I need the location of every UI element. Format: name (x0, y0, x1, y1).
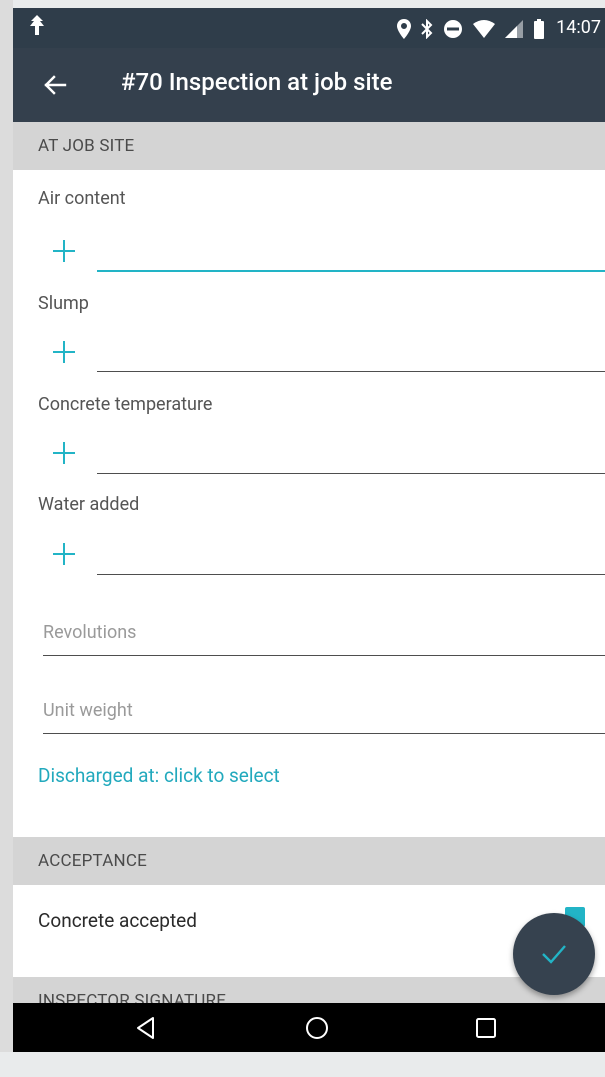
status-bar: 14:07 (13, 8, 605, 48)
save-fab-button[interactable] (513, 913, 595, 995)
water-added-label: Water added (38, 494, 140, 515)
air-content-plus-icon[interactable] (53, 240, 75, 262)
section-header-at-job-site: AT JOB SITE (13, 122, 605, 170)
input-underline (43, 655, 605, 656)
input-underline (97, 473, 605, 474)
unit-weight-field[interactable]: Unit weight (43, 694, 605, 734)
status-icons (397, 18, 545, 40)
concrete-accepted-label: Concrete accepted (38, 909, 197, 932)
input-underline (97, 270, 605, 272)
tree-icon (30, 15, 44, 35)
section-header-label: ACCEPTANCE (38, 851, 147, 871)
location-icon (397, 19, 411, 39)
arrow-left-icon[interactable] (41, 71, 69, 99)
signal-icon (505, 20, 523, 38)
concrete-temperature-plus-icon[interactable] (53, 442, 75, 464)
air-content-label: Air content (38, 188, 126, 209)
slump-plus-icon[interactable] (53, 341, 75, 363)
device-bezel-left (0, 0, 13, 1077)
bluetooth-icon (421, 19, 433, 39)
battery-icon (534, 19, 544, 39)
unit-weight-placeholder: Unit weight (43, 700, 133, 721)
input-underline (43, 733, 605, 734)
back-triangle-icon[interactable] (133, 1015, 159, 1041)
revolutions-placeholder: Revolutions (43, 622, 137, 643)
input-underline (97, 574, 605, 575)
section-header-label: AT JOB SITE (38, 136, 135, 156)
input-underline (97, 371, 605, 372)
discharged-at-link[interactable]: Discharged at: click to select (38, 764, 280, 787)
water-added-plus-icon[interactable] (53, 543, 75, 565)
concrete-temperature-input[interactable] (97, 442, 605, 474)
home-circle-icon[interactable] (304, 1015, 330, 1041)
app-bar: #70 Inspection at job site (13, 48, 605, 122)
wifi-icon (473, 20, 495, 38)
status-time: 14:07 (556, 17, 601, 38)
concrete-temperature-label: Concrete temperature (38, 394, 213, 415)
page-title: #70 Inspection at job site (121, 68, 393, 96)
slump-input[interactable] (97, 340, 605, 372)
check-icon (542, 945, 566, 964)
phone-screen: 14:07 #70 Inspection at job site AT JOB … (13, 8, 605, 1052)
system-nav-bar (13, 1003, 605, 1052)
device-bezel-bottom (0, 1052, 605, 1077)
revolutions-field[interactable]: Revolutions (43, 616, 605, 656)
water-added-input[interactable] (97, 543, 605, 575)
recents-square-icon[interactable] (473, 1015, 499, 1041)
slump-label: Slump (38, 293, 89, 314)
do-not-disturb-icon (444, 20, 462, 38)
section-header-acceptance: ACCEPTANCE (13, 837, 605, 885)
air-content-input[interactable] (97, 240, 605, 272)
